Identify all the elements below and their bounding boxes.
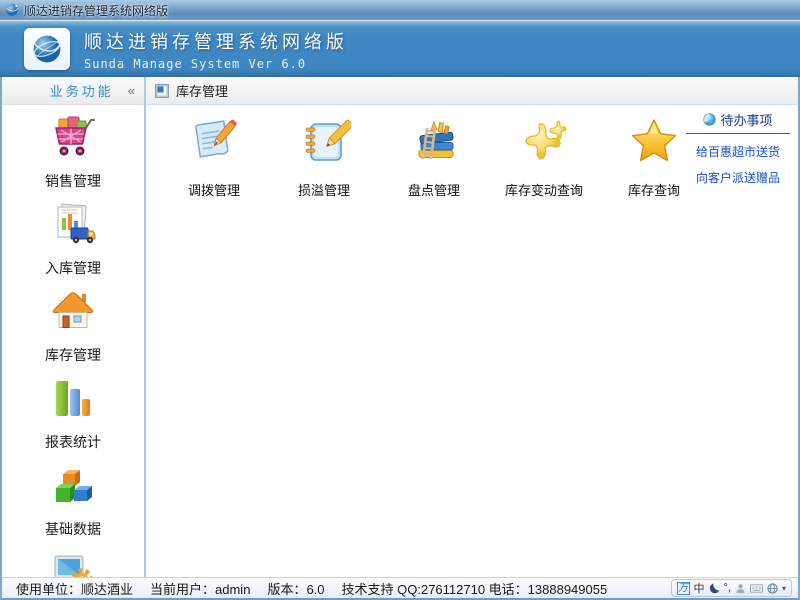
launcher-stock-change-query[interactable]: 库存变动查询	[500, 114, 588, 199]
ime-halfwidth-moon-icon[interactable]	[709, 583, 720, 594]
sparkle-stars-icon	[517, 114, 571, 173]
sidebar-item-reports[interactable]: 报表统计	[2, 369, 144, 456]
app-logo	[24, 28, 70, 70]
tab-inventory-management[interactable]: 库存管理	[176, 81, 228, 100]
tab-icon	[155, 84, 169, 98]
documents-truck-icon	[49, 200, 97, 253]
ime-chinese-mode[interactable]: 中	[694, 580, 705, 596]
globe-logo-icon	[29, 32, 65, 66]
app-window: 顺达进销存管理系统网络版 顺达进销存管理系统网络版 Sunda Manage S…	[0, 0, 800, 600]
sidebar-item-label: 销售管理	[45, 171, 101, 191]
status-bar: 使用单位：顺达酒业 当前用户：admin 版本：6.0 技术支持 QQ:2761…	[2, 577, 798, 598]
launcher-label: 库存查询	[628, 180, 680, 199]
todo-item-delivery[interactable]: 给百惠超市送货	[686, 143, 790, 160]
app-header: 顺达进销存管理系统网络版 Sunda Manage System Ver 6.0	[0, 20, 800, 77]
status-current-user: 当前用户：admin	[150, 579, 250, 598]
shopping-cart-icon	[49, 113, 97, 166]
sidebar-item-basedata[interactable]: 基础数据	[2, 456, 144, 543]
launcher-stocktake[interactable]: 盘点管理	[390, 114, 478, 199]
sidebar-item-label: 基础数据	[45, 519, 101, 539]
ime-soft-keyboard-icon[interactable]	[750, 583, 763, 594]
todo-item-gifts[interactable]: 向客户派送赠品	[686, 169, 790, 186]
launcher-label: 调拨管理	[188, 180, 240, 199]
sidebar-item-sales[interactable]: 销售管理	[2, 108, 144, 195]
todo-header: 待办事项	[686, 110, 790, 134]
star-icon	[627, 114, 681, 173]
blocks-icon	[49, 461, 97, 514]
tab-bar: 库存管理	[146, 77, 798, 105]
launcher-label: 损溢管理	[298, 180, 350, 199]
books-ladder-icon	[407, 114, 461, 173]
window-title: 顺达进销存管理系统网络版	[24, 2, 168, 19]
document-pencil-icon	[187, 114, 241, 173]
sidebar-item-inventory[interactable]: 库存管理	[2, 282, 144, 369]
sidebar-item-inbound[interactable]: 入库管理	[2, 195, 144, 282]
sidebar: 业务功能 «	[2, 77, 146, 577]
notebook-pencil-icon	[297, 114, 351, 173]
status-support: 技术支持 QQ:276112710 电话：13888949055	[342, 579, 608, 598]
launcher-transfer[interactable]: 调拨管理	[170, 114, 258, 199]
app-globe-icon	[5, 3, 19, 17]
launcher-loss-gain[interactable]: 损溢管理	[280, 114, 368, 199]
house-icon	[49, 287, 97, 340]
todo-title: 待办事项	[720, 110, 772, 129]
sidebar-item-label: 库存管理	[45, 345, 101, 365]
status-company: 使用单位：顺达酒业	[16, 579, 133, 598]
todo-panel: 待办事项 给百惠超市送货 向客户派送赠品	[686, 110, 790, 186]
launcher-label: 盘点管理	[408, 180, 460, 199]
sidebar-item-label: 入库管理	[45, 258, 101, 278]
todo-sphere-icon	[703, 113, 716, 126]
sidebar-collapse-icon[interactable]: «	[128, 83, 135, 98]
sidebar-item-label: 报表统计	[45, 432, 101, 452]
inventory-content: 调拨管理	[146, 105, 798, 577]
app-subtitle: Sunda Manage System Ver 6.0	[84, 57, 348, 71]
launcher-stock-query[interactable]: 库存查询	[610, 114, 698, 199]
ime-options-caret-icon[interactable]: ▾	[782, 584, 786, 593]
bar-chart-icon	[49, 374, 97, 427]
ime-user-dict-icon[interactable]	[735, 583, 746, 594]
ime-language-bar: 万 中 °, ▾	[671, 579, 792, 597]
ime-settings-globe-icon[interactable]	[767, 583, 778, 594]
sidebar-title: 业务功能	[50, 81, 114, 100]
launcher-label: 库存变动查询	[505, 180, 583, 199]
app-title: 顺达进销存管理系统网络版	[84, 28, 348, 54]
sidebar-header: 业务功能 «	[2, 77, 144, 105]
main-area: 库存管理	[146, 77, 798, 577]
ime-wanneng-icon[interactable]: 万	[677, 582, 690, 595]
status-version: 版本：6.0	[267, 579, 324, 598]
window-titlebar[interactable]: 顺达进销存管理系统网络版	[0, 0, 800, 20]
sidebar-items: 销售管理	[2, 105, 144, 600]
ime-punctuation-mode[interactable]: °,	[724, 582, 731, 594]
